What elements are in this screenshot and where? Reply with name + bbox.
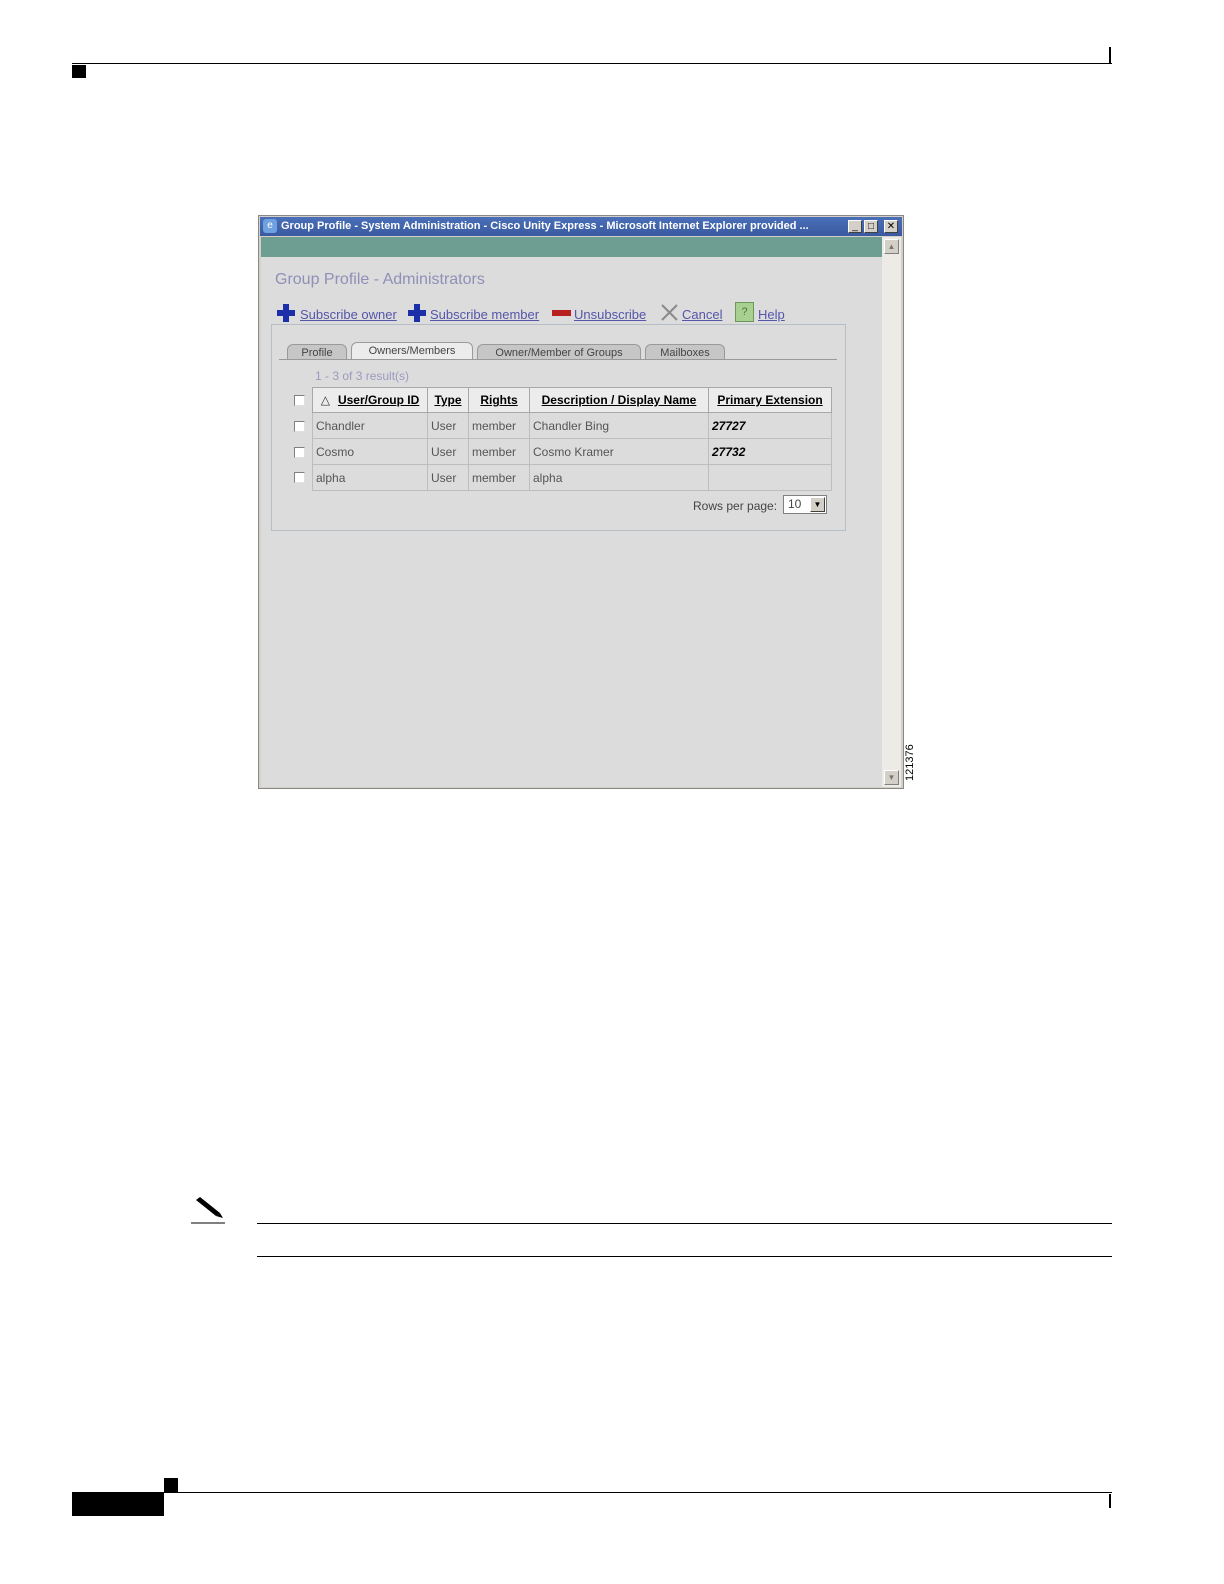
scroll-down-button[interactable]: ▼ [884,770,899,785]
tab-mailboxes[interactable]: Mailboxes [645,344,725,360]
footer-tick [1109,1494,1111,1508]
table-row: alpha User member alpha [312,464,832,491]
vertical-scrollbar[interactable]: ▲ ▼ [882,237,901,787]
browser-window: e Group Profile - System Administration … [258,215,904,789]
unsubscribe-button[interactable]: Unsubscribe [552,302,652,324]
table-header-row: △ User/Group ID Type Rights Description /… [312,387,832,413]
header-rule [72,63,1112,64]
header-marker [72,65,86,78]
cancel-label: Cancel [682,307,723,322]
scroll-up-button[interactable]: ▲ [884,239,899,254]
tab-owners-members[interactable]: Owners/Members [351,342,473,360]
cell-rights: member [468,438,530,465]
cell-extension: 27732 [708,438,832,465]
subscribe-member-button[interactable]: Subscribe member [408,302,543,324]
rows-per-page-select[interactable]: 10 ▼ [783,495,827,514]
subscribe-owner-label: Subscribe owner [300,307,397,322]
column-header-rights[interactable]: Rights [468,387,530,413]
subscribe-owner-button[interactable]: Subscribe owner [277,302,397,324]
cell-type: User [427,438,469,465]
help-icon: ? [735,302,754,322]
footer-marker [164,1478,178,1492]
results-count: 1 - 3 of 3 result(s) [315,369,410,383]
page-content: Group Profile - Administrators Subscribe… [261,237,882,787]
plus-icon [277,304,295,322]
rows-per-page-value: 10 [788,497,802,511]
tab-bar: Profile Owners/Members Owner/Member of G… [279,342,839,360]
minus-icon [552,310,571,316]
unsubscribe-label: Unsubscribe [574,307,647,322]
action-toolbar: Subscribe owner Subscribe member Unsubsc… [277,302,877,324]
header-tick [1109,47,1111,64]
cell-display-name: Chandler Bing [529,412,709,439]
footer-block [72,1493,164,1516]
cell-type: User [427,464,469,491]
table-row: Cosmo User member Cosmo Kramer 27732 [312,438,832,465]
cell-extension: 27727 [708,412,832,439]
help-button[interactable]: ? Help [735,302,790,324]
banner-bar [261,237,882,257]
close-button[interactable]: ✕ [884,220,898,233]
footer-rule [72,1492,1112,1493]
window-title: Group Profile - System Administration - … [281,220,809,232]
tab-profile[interactable]: Profile [287,344,347,360]
note-top-rule [257,1223,1112,1224]
row-checkbox[interactable] [294,421,305,432]
column-header-label: User/Group ID [337,393,420,407]
rows-per-page-label: Rows per page: [693,499,778,513]
sort-ascending-icon: △ [320,393,330,407]
cell-user-id: Chandler [312,412,428,439]
column-header-user-group-id[interactable]: △ User/Group ID [312,387,428,413]
cell-display-name: alpha [529,464,709,491]
maximize-button[interactable]: □ [864,220,878,233]
tab-divider [279,359,837,360]
figure-id: 121376 [904,744,916,781]
cell-rights: member [468,464,530,491]
row-checkbox[interactable] [294,447,305,458]
cancel-button[interactable]: Cancel [660,302,726,324]
note-bottom-rule [257,1256,1112,1257]
cancel-x-icon [661,304,678,321]
row-checkbox[interactable] [294,472,305,483]
cell-user-id: alpha [312,464,428,491]
select-all-checkbox[interactable] [294,395,305,406]
subscribe-member-label: Subscribe member [430,307,540,322]
tab-owner-member-of-groups[interactable]: Owner/Member of Groups [477,344,641,360]
plus-icon [408,304,426,322]
column-header-primary-extension[interactable]: Primary Extension [708,387,832,413]
minimize-button[interactable]: _ [848,220,862,233]
column-header-type[interactable]: Type [427,387,469,413]
cell-user-id: Cosmo [312,438,428,465]
ie-icon: e [263,219,277,233]
table-row: Chandler User member Chandler Bing 27727 [312,412,832,439]
cell-rights: member [468,412,530,439]
chevron-down-icon[interactable]: ▼ [810,497,825,512]
column-header-display-name[interactable]: Description / Display Name [529,387,709,413]
cell-extension [708,464,832,491]
help-label: Help [758,307,785,322]
cell-type: User [427,412,469,439]
page-title: Group Profile - Administrators [275,271,485,288]
window-titlebar[interactable]: e Group Profile - System Administration … [260,217,902,236]
members-table: △ User/Group ID Type Rights Description /… [312,387,832,491]
cell-display-name: Cosmo Kramer [529,438,709,465]
note-pencil-icon [191,1197,225,1224]
